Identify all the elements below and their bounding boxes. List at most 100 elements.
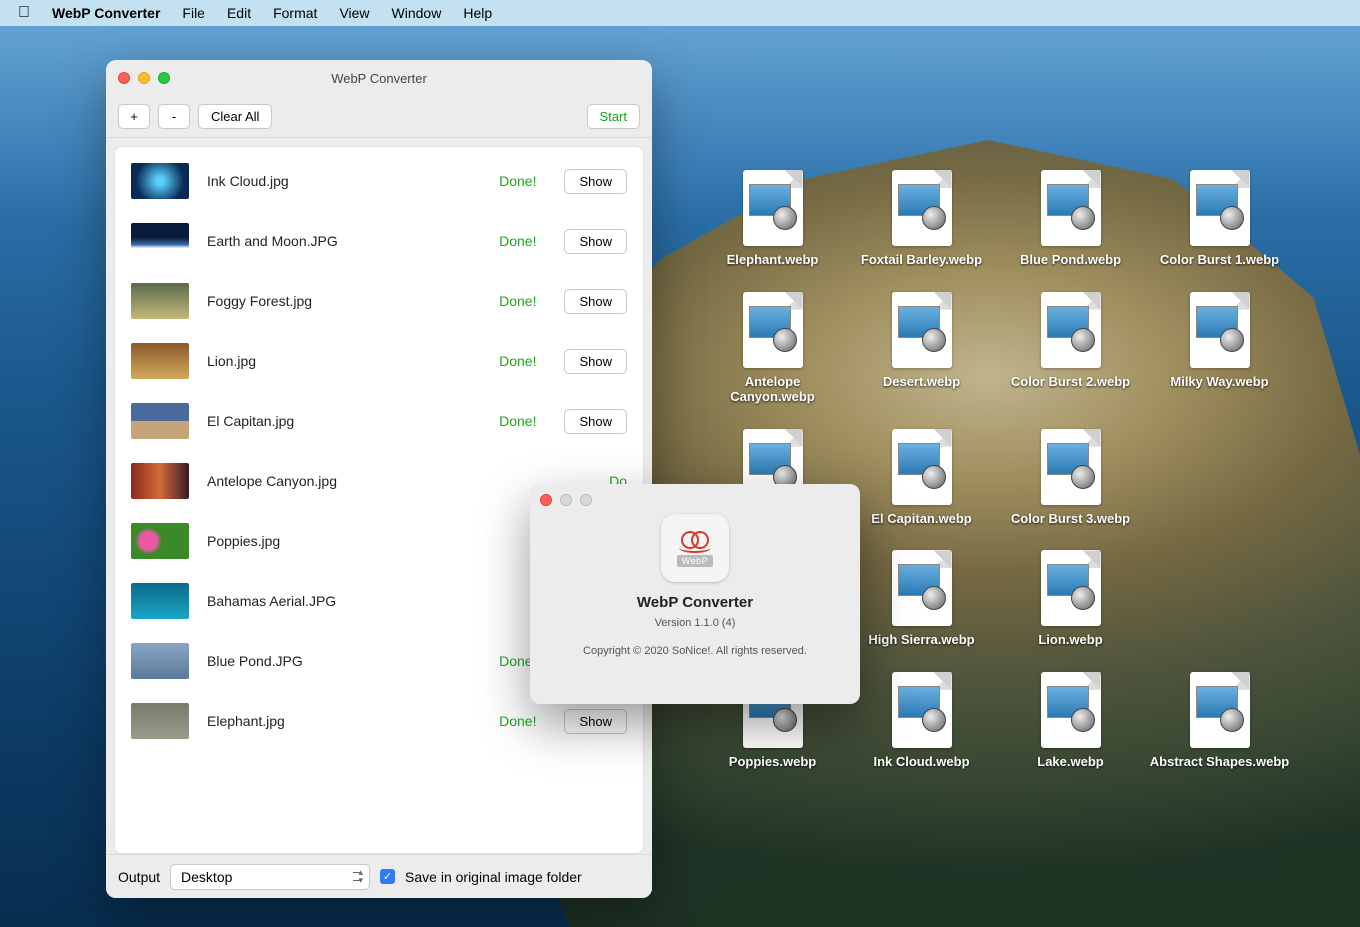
save-original-checkbox[interactable]: ✓: [380, 869, 395, 884]
remove-button[interactable]: -: [158, 104, 190, 129]
desktop:  WebP Converter File Edit Format View W…: [0, 0, 1360, 927]
file-thumbnail: [131, 523, 189, 559]
desktop-file[interactable]: High Sierra.webp: [849, 550, 994, 648]
apple-menu-icon[interactable]: : [18, 4, 30, 22]
file-icon: [892, 550, 952, 626]
file-icon: [892, 170, 952, 246]
add-button[interactable]: +: [118, 104, 150, 129]
file-thumbnail: [131, 343, 189, 379]
file-icon: [1041, 550, 1101, 626]
file-icon: [743, 170, 803, 246]
save-original-label: Save in original image folder: [405, 869, 582, 885]
desktop-file[interactable]: Lake.webp: [998, 672, 1143, 770]
about-zoom-button: [580, 494, 592, 506]
file-thumbnail: [131, 283, 189, 319]
file-row[interactable]: Foggy Forest.jpg Done! Show: [115, 271, 643, 331]
file-status: Done!: [499, 713, 536, 729]
desktop-file[interactable]: Elephant.webp: [700, 170, 845, 268]
output-label: Output: [118, 869, 160, 885]
clear-all-button[interactable]: Clear All: [198, 104, 272, 129]
file-icon: [1041, 429, 1101, 505]
file-icon: [892, 672, 952, 748]
file-status: Done!: [499, 293, 536, 309]
desktop-file[interactable]: Desert.webp: [849, 292, 994, 405]
show-button[interactable]: Show: [564, 289, 627, 314]
start-button[interactable]: Start: [587, 104, 640, 129]
file-row[interactable]: El Capitan.jpgDone!Show: [115, 391, 643, 451]
window-title: WebP Converter: [106, 71, 652, 86]
toolbar: + - Clear All Start: [106, 96, 652, 138]
file-icon: [743, 292, 803, 368]
desktop-file[interactable]: Lion.webp: [998, 550, 1143, 648]
desktop-file[interactable]: Color Burst 1.webp: [1147, 170, 1292, 268]
menu-file[interactable]: File: [182, 5, 205, 21]
menu-help[interactable]: Help: [463, 5, 492, 21]
desktop-file-label: Lake.webp: [1037, 754, 1103, 770]
knot-icon: [677, 529, 713, 553]
desktop-file-label: Color Burst 3.webp: [1011, 511, 1130, 527]
app-menu[interactable]: WebP Converter: [52, 5, 160, 21]
desktop-file-label: Antelope Canyon.webp: [703, 374, 843, 405]
file-icon: [892, 292, 952, 368]
about-minimize-button: [560, 494, 572, 506]
about-copyright: Copyright © 2020 SoNice!. All rights res…: [583, 645, 807, 657]
desktop-file[interactable]: Abstract Shapes.webp: [1147, 672, 1292, 770]
output-location-value: Desktop: [181, 869, 232, 885]
file-row[interactable]: Ink Cloud.jpg Done! Show: [115, 151, 643, 211]
file-name: Elephant.jpg: [207, 713, 285, 729]
desktop-file-label: Ink Cloud.webp: [873, 754, 969, 770]
file-name: Antelope Canyon.jpg: [207, 473, 337, 489]
file-thumbnail: [131, 703, 189, 739]
show-button[interactable]: Show: [564, 169, 627, 194]
converter-window: WebP Converter + - Clear All Start Ink C…: [106, 60, 652, 898]
desktop-file-label: Lion.webp: [1038, 632, 1102, 648]
footer-bar: Output Desktop ▴▾ ✓ Save in original ima…: [106, 854, 652, 898]
file-thumbnail: [131, 223, 189, 259]
file-status: Done!: [499, 173, 536, 189]
about-title: WebP Converter: [637, 594, 753, 611]
file-thumbnail: [131, 463, 189, 499]
desktop-file[interactable]: Milky Way.webp: [1147, 292, 1292, 405]
desktop-file-label: Milky Way.webp: [1170, 374, 1268, 390]
file-icon: [1041, 292, 1101, 368]
desktop-file[interactable]: Antelope Canyon.webp: [700, 292, 845, 405]
file-status: Done!: [499, 413, 536, 429]
file-name: Ink Cloud.jpg: [207, 173, 289, 189]
output-location-dropdown[interactable]: Desktop ▴▾: [170, 864, 370, 890]
file-thumbnail: [131, 643, 189, 679]
file-row[interactable]: Lion.jpgDone!Show: [115, 331, 643, 391]
file-name: Foggy Forest.jpg: [207, 293, 312, 309]
show-button[interactable]: Show: [564, 409, 627, 434]
titlebar[interactable]: WebP Converter: [106, 60, 652, 96]
desktop-file[interactable]: El Capitan.webp: [849, 429, 994, 527]
file-icon: [1041, 170, 1101, 246]
show-button[interactable]: Show: [564, 229, 627, 254]
menu-edit[interactable]: Edit: [227, 5, 251, 21]
show-button[interactable]: Show: [564, 349, 627, 374]
desktop-file[interactable]: Color Burst 2.webp: [998, 292, 1143, 405]
desktop-file[interactable]: Ink Cloud.webp: [849, 672, 994, 770]
show-button[interactable]: Show: [564, 709, 627, 734]
desktop-file-label: El Capitan.webp: [871, 511, 971, 527]
menu-view[interactable]: View: [339, 5, 369, 21]
desktop-file-label: High Sierra.webp: [868, 632, 974, 648]
file-status: Done!: [499, 233, 536, 249]
desktop-file[interactable]: Color Burst 3.webp: [998, 429, 1143, 527]
file-icon: [1190, 672, 1250, 748]
desktop-file-label: Abstract Shapes.webp: [1150, 754, 1289, 770]
desktop-file-label: Color Burst 2.webp: [1011, 374, 1130, 390]
desktop-file-label: Elephant.webp: [727, 252, 819, 268]
menu-window[interactable]: Window: [392, 5, 442, 21]
menu-format[interactable]: Format: [273, 5, 317, 21]
file-name: Lion.jpg: [207, 353, 256, 369]
file-name: Poppies.jpg: [207, 533, 280, 549]
file-row[interactable]: Earth and Moon.JPG Done! Show: [115, 211, 643, 271]
about-traffic-lights: [540, 494, 592, 506]
app-icon: WebP: [661, 514, 729, 582]
file-name: Blue Pond.JPG: [207, 653, 303, 669]
file-name: Earth and Moon.JPG: [207, 233, 338, 249]
desktop-file[interactable]: Blue Pond.webp: [998, 170, 1143, 268]
desktop-file[interactable]: Foxtail Barley.webp: [849, 170, 994, 268]
about-close-button[interactable]: [540, 494, 552, 506]
desktop-file-label: Foxtail Barley.webp: [861, 252, 982, 268]
